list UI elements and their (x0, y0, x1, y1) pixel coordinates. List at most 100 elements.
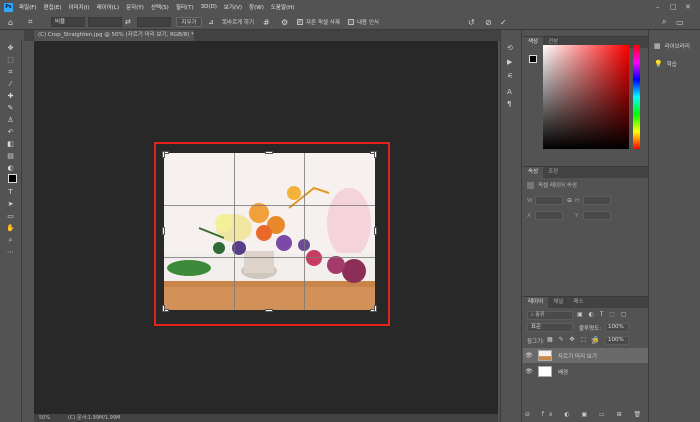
close-icon[interactable]: ✕ (685, 3, 691, 11)
clone-stamp-icon[interactable]: ♙ (5, 116, 16, 125)
document-tab[interactable]: (C) Crop_Straighten.jpg @ 50% (자르기 미리 보기… (34, 30, 194, 41)
tab-adjustments[interactable]: 조정 (543, 167, 563, 178)
eraser-tool-icon[interactable]: ◧ (5, 140, 16, 149)
more-tools-icon[interactable]: ⋯ (5, 248, 16, 257)
blend-mode-select[interactable]: 표준 (527, 323, 573, 332)
history-icon[interactable]: ⟲ (507, 44, 513, 52)
layer-filter-select[interactable]: ⌕ 종류 (527, 311, 573, 320)
crop-preview-image[interactable] (164, 153, 375, 310)
history-brush-icon[interactable]: ↶ (5, 128, 16, 137)
search-icon[interactable]: ⌕ (662, 17, 666, 27)
overlay-grid-icon[interactable]: # (263, 17, 270, 27)
marquee-tool-icon[interactable]: ⬚ (5, 56, 16, 65)
minimize-icon[interactable]: – (656, 3, 660, 11)
width-input[interactable] (535, 196, 563, 205)
content-aware-option[interactable]: 내용 인식 (348, 17, 379, 27)
layer-row-crop-preview[interactable]: 👁 자르기 미리 보기 (523, 348, 648, 363)
status-bar: 50% (C) 문서:1.99M/1.99M (34, 414, 498, 422)
tab-channels[interactable]: 채널 (548, 297, 568, 308)
hue-slider[interactable] (633, 45, 640, 149)
y-input[interactable] (583, 211, 611, 220)
path-selection-icon[interactable]: ➤ (5, 200, 16, 209)
workspace-icon[interactable]: ▭ (676, 17, 684, 27)
eye-icon[interactable]: 👁 (523, 368, 535, 375)
crop-handle-right[interactable] (374, 227, 377, 235)
learn-item[interactable]: 💡 학습 (654, 60, 677, 68)
straighten-icon[interactable]: ⊿ (208, 17, 214, 27)
color-panel: 색상 견본 (523, 36, 648, 161)
options-bar: ⌂ ⌗ 비율 ⇄ 지우기 ⊿ 똑바르게 하기 # ⚙ ✓ 자른 픽셀 삭제 내용… (0, 14, 700, 30)
menu-3d[interactable]: 3D(D) (201, 4, 217, 10)
delete-pixels-option[interactable]: ✓ 자른 픽셀 삭제 (297, 17, 340, 27)
clear-button[interactable]: 지우기 (176, 17, 202, 27)
gear-icon[interactable]: ⚙ (281, 17, 288, 27)
menu-type[interactable]: 문자(Y) (126, 3, 144, 11)
delete-pixels-checkbox[interactable]: ✓ (297, 19, 303, 25)
menu-filter[interactable]: 필터(T) (176, 3, 194, 11)
crop-tool-icon[interactable]: ⌗ (5, 68, 16, 77)
character-icon[interactable]: A (507, 88, 512, 96)
layer-actions-bar[interactable]: ⊝ fx ◐ ▣ ▭ ⊞ 🗑 (523, 411, 648, 421)
cancel-icon[interactable]: ⊘ (485, 17, 492, 27)
hand-tool-icon[interactable]: ✋ (5, 224, 16, 233)
menu-file[interactable]: 파일(F) (19, 3, 37, 11)
brush-tool-icon[interactable]: ✎ (5, 104, 16, 113)
menu-image[interactable]: 이미지(I) (68, 3, 89, 11)
swap-icon[interactable]: ⇄ (125, 17, 131, 27)
shape-tool-icon[interactable]: ▭ (5, 212, 16, 221)
link-icon[interactable]: ⊝ (567, 197, 572, 204)
actions-icon[interactable]: ▶ (507, 58, 512, 66)
libraries-item[interactable]: ▦ 라이브러리 (654, 42, 690, 50)
tab-paths[interactable]: 패스 (568, 297, 588, 308)
maximize-icon[interactable]: □ (670, 3, 677, 11)
menu-window[interactable]: 창(W) (249, 3, 264, 11)
photoshop-logo-icon[interactable]: Ps (4, 2, 13, 12)
crop-handle-top[interactable] (265, 151, 273, 154)
tab-color[interactable]: 색상 (523, 37, 544, 48)
straighten-label[interactable]: 똑바르게 하기 (222, 17, 254, 27)
eyedropper-tool-icon[interactable]: ⁄ (5, 80, 16, 89)
dodge-tool-icon[interactable]: ◐ (5, 164, 16, 173)
layer-thumbnail (538, 350, 552, 361)
crop-handle-top-left[interactable] (162, 151, 165, 158)
x-input[interactable] (535, 211, 563, 220)
reset-icon[interactable]: ↺ (468, 17, 475, 27)
crop-handle-bottom[interactable] (265, 309, 273, 312)
content-aware-checkbox[interactable] (348, 19, 354, 25)
paragraph-icon[interactable]: ¶ (507, 100, 511, 108)
foreground-color-swatch[interactable] (529, 55, 537, 63)
menu-layer[interactable]: 레이어(L) (97, 3, 120, 11)
menu-view[interactable]: 보기(V) (224, 3, 242, 11)
tab-properties[interactable]: 속성 (523, 167, 544, 178)
crop-tool-icon[interactable]: ⌗ (28, 17, 33, 27)
height-field[interactable] (137, 17, 171, 27)
zoom-tool-icon[interactable]: ⌕ (5, 236, 16, 245)
menu-bar: Ps 파일(F) 편집(E) 이미지(I) 레이어(L) 문자(Y) 선택(S)… (0, 0, 700, 14)
crop-handle-bottom-right[interactable] (374, 305, 377, 312)
home-icon[interactable]: ⌂ (8, 17, 13, 27)
gradient-tool-icon[interactable]: ▤ (5, 152, 16, 161)
crop-handle-bottom-left[interactable] (162, 305, 165, 312)
type-tool-icon[interactable]: T (5, 188, 16, 197)
height-input[interactable] (583, 196, 611, 205)
eye-icon[interactable]: 👁 (523, 352, 535, 359)
healing-brush-icon[interactable]: ✚ (5, 92, 16, 101)
color-picker-field[interactable] (543, 45, 629, 149)
commit-check-icon[interactable]: ✓ (500, 17, 507, 27)
menu-select[interactable]: 선택(S) (151, 3, 169, 11)
opacity-input[interactable]: 100% (605, 323, 629, 332)
layer-row-background[interactable]: 👁 배경 (523, 364, 648, 379)
ratio-select[interactable]: 비율 (51, 17, 85, 27)
crop-handle-left[interactable] (162, 227, 165, 235)
layer-filter-icons[interactable]: ▣ ◐ T ⬚ ▢ (577, 311, 629, 318)
tab-layers[interactable]: 레이어 (523, 297, 549, 308)
fill-input[interactable]: 100% (605, 336, 629, 345)
menu-help[interactable]: 도움말(H) (271, 3, 295, 11)
move-tool-icon[interactable]: ✥ (5, 44, 16, 53)
width-field[interactable] (88, 17, 122, 27)
foreground-color-swatch[interactable] (8, 174, 17, 183)
adjust-icon[interactable]: ⚟ (507, 72, 513, 80)
zoom-level[interactable]: 50% (39, 414, 50, 422)
crop-handle-top-right[interactable] (374, 151, 377, 158)
menu-edit[interactable]: 편집(E) (44, 3, 62, 11)
